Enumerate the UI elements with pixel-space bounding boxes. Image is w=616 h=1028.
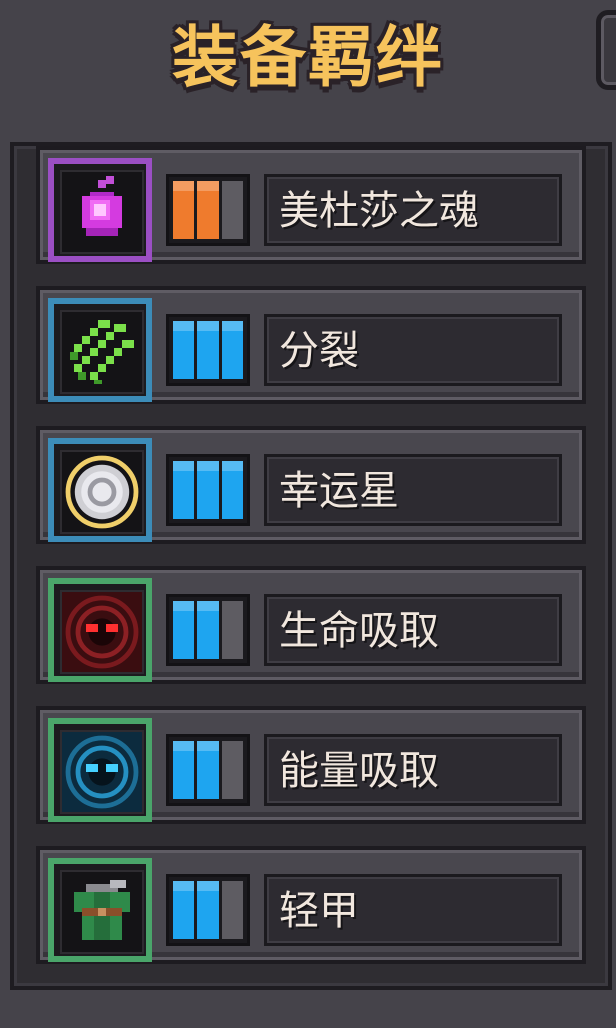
- level-bar-filled: [197, 461, 219, 519]
- energy-drain-icon: [60, 730, 144, 814]
- level-bars: [166, 874, 250, 946]
- level-bar-filled: [173, 461, 195, 519]
- icon-frame: [48, 298, 152, 402]
- bond-name-box: 美杜莎之魂: [264, 174, 562, 246]
- level-bar-filled: [197, 741, 219, 799]
- bond-name-box: 轻甲: [264, 874, 562, 946]
- bond-name-box: 生命吸取: [264, 594, 562, 666]
- bond-name-box: 分裂: [264, 314, 562, 386]
- icon-frame: [48, 718, 152, 822]
- bond-row-medusa-soul[interactable]: 美杜莎之魂: [36, 146, 586, 264]
- page-title: 装备羁绊: [172, 19, 444, 96]
- bond-row-light-armor[interactable]: 轻甲: [36, 846, 586, 964]
- level-bar-filled: [173, 601, 195, 659]
- level-bar-filled: [197, 321, 219, 379]
- icon-frame: [48, 158, 152, 262]
- bond-name: 轻甲: [279, 888, 359, 934]
- life-drain-icon: [60, 590, 144, 674]
- icon-frame: [48, 578, 152, 682]
- level-bar-filled: [173, 881, 195, 939]
- bond-row-lucky-star[interactable]: 幸运星: [36, 426, 586, 544]
- bond-row-life-drain[interactable]: 生命吸取: [36, 566, 586, 684]
- level-bar-filled: [197, 181, 219, 239]
- level-bar-empty: [221, 741, 243, 799]
- level-bars: [166, 174, 250, 246]
- level-bar-filled: [221, 321, 244, 379]
- bond-row-energy-drain[interactable]: 能量吸取: [36, 706, 586, 824]
- level-bars: [166, 594, 250, 666]
- bond-name: 幸运星: [279, 468, 399, 514]
- level-bar-filled: [173, 741, 195, 799]
- bond-name-box: 幸运星: [264, 454, 562, 526]
- level-bar-filled: [197, 601, 219, 659]
- icon-frame: [48, 438, 152, 542]
- level-bars: [166, 454, 250, 526]
- level-bar-filled: [173, 321, 195, 379]
- bond-name: 美杜莎之魂: [279, 188, 479, 234]
- bond-row-split[interactable]: 分裂: [36, 286, 586, 404]
- close-button[interactable]: [596, 10, 616, 90]
- bond-name-box: 能量吸取: [264, 734, 562, 806]
- level-bar-empty: [221, 881, 243, 939]
- level-bar-empty: [221, 181, 243, 239]
- level-bar-filled: [197, 881, 219, 939]
- bond-name: 能量吸取: [279, 748, 439, 794]
- split-arrows-icon: [60, 310, 144, 394]
- level-bar-filled: [221, 461, 244, 519]
- bond-name: 分裂: [279, 328, 359, 374]
- level-bars: [166, 314, 250, 386]
- level-bars: [166, 734, 250, 806]
- level-bar-filled: [173, 181, 195, 239]
- light-armor-icon: [60, 870, 144, 954]
- lucky-coin-icon: [60, 450, 144, 534]
- medusa-soul-icon: [60, 170, 144, 254]
- level-bar-empty: [221, 601, 243, 659]
- bond-name: 生命吸取: [279, 608, 439, 654]
- icon-frame: [48, 858, 152, 962]
